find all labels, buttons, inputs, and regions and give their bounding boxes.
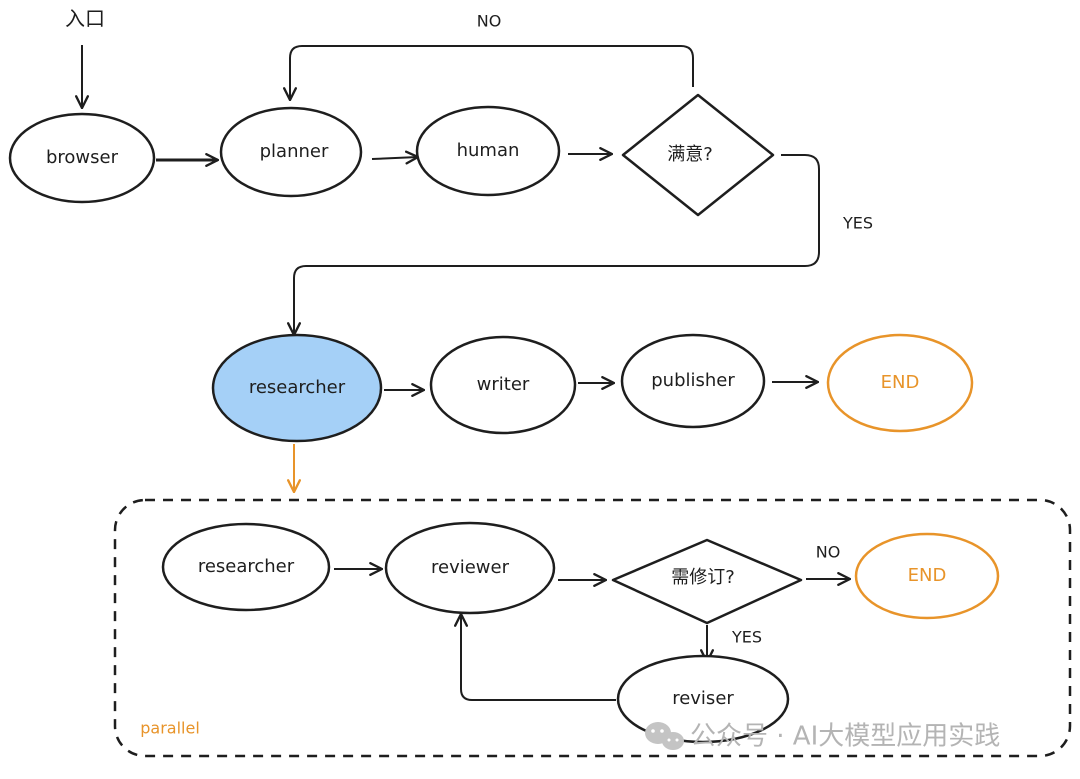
- flow-diagram: 入口 browser planner human 满意? NO YES rese…: [8, 7, 1072, 758]
- edge-reviser-reviewer: [461, 614, 616, 701]
- node-end-main[interactable]: END: [826, 333, 974, 433]
- node-researcher-parallel[interactable]: researcher: [161, 522, 331, 612]
- decision-needs-revision[interactable]: 需修订?: [611, 538, 803, 625]
- watermark-text: 公众号 · AI大模型应用实践: [690, 722, 1000, 752]
- edge-label-no-top: NO: [477, 12, 502, 31]
- edge-label-yes-parallel: YES: [731, 628, 762, 647]
- node-reviewer-label: reviewer: [431, 557, 510, 578]
- edge-label-yes-top: YES: [842, 214, 873, 233]
- node-writer[interactable]: writer: [429, 335, 577, 435]
- node-end-parallel-label: END: [908, 565, 947, 586]
- node-end-main-label: END: [881, 372, 920, 393]
- decision-needs-revision-label: 需修订?: [671, 567, 735, 588]
- node-writer-label: writer: [477, 374, 530, 395]
- node-human-label: human: [457, 140, 520, 161]
- entry-label: 入口: [65, 7, 105, 31]
- node-browser-label: browser: [46, 147, 119, 168]
- node-planner-label: planner: [260, 141, 329, 162]
- node-publisher-label: publisher: [651, 370, 735, 391]
- node-researcher-active[interactable]: researcher: [211, 333, 383, 443]
- node-reviewer[interactable]: reviewer: [384, 521, 556, 615]
- decision-satisfied-label: 满意?: [667, 144, 713, 165]
- parallel-group-label: parallel: [140, 719, 200, 738]
- edge-label-no-parallel: NO: [816, 543, 841, 562]
- node-end-parallel[interactable]: END: [854, 532, 1000, 620]
- decision-satisfied[interactable]: 满意?: [621, 93, 775, 217]
- node-planner[interactable]: planner: [219, 106, 363, 198]
- node-researcher-active-label: researcher: [249, 377, 346, 398]
- edge-planner-human: [371, 157, 418, 159]
- node-human[interactable]: human: [415, 105, 561, 197]
- watermark: 公众号 · AI大模型应用实践: [645, 722, 1000, 752]
- edge-decision-no-planner: [290, 45, 694, 100]
- node-publisher[interactable]: publisher: [620, 333, 766, 429]
- node-researcher-parallel-label: researcher: [198, 556, 295, 577]
- node-browser[interactable]: browser: [8, 112, 156, 204]
- node-reviser-label: reviser: [672, 688, 734, 709]
